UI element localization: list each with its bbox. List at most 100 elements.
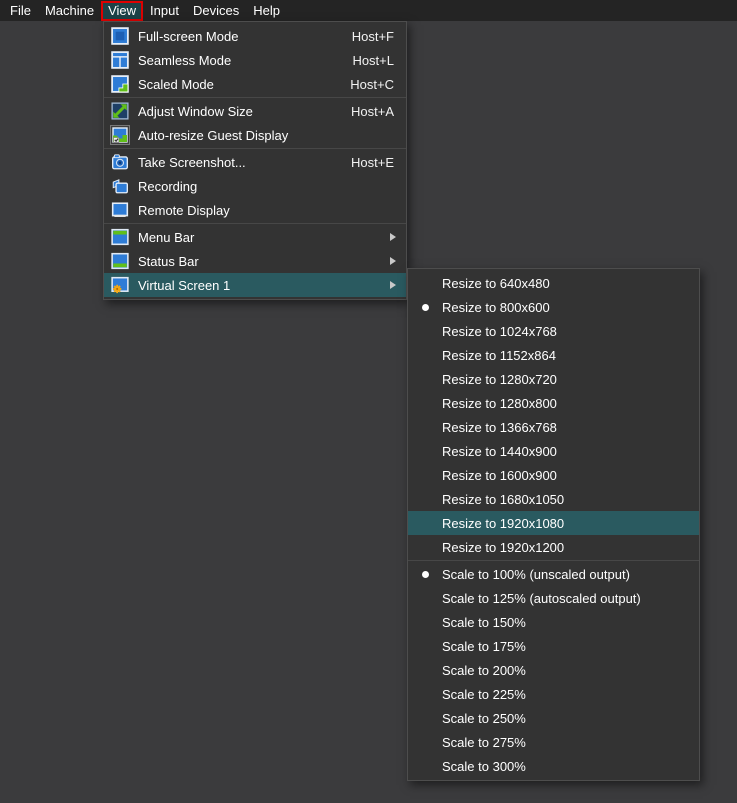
menu-item-label: Status Bar (138, 254, 390, 269)
menu-item-label: Resize to 1024x768 (442, 324, 689, 339)
menu-item-resize-to-800x600[interactable]: Resize to 800x600 (408, 295, 699, 319)
virtual-screen-submenu: Resize to 640x480 Resize to 800x600 Resize… (407, 268, 700, 781)
menu-item-remote-display[interactable]: Remote Display (104, 198, 406, 222)
menu-item-label: Auto-resize Guest Display (138, 128, 398, 143)
menu-item-scale-to-200[interactable]: Scale to 200% (408, 658, 699, 682)
menu-item-shortcut: Host+C (330, 77, 398, 92)
menu-separator (104, 97, 406, 98)
menu-item-label: Take Screenshot... (138, 155, 331, 170)
menu-item-label: Seamless Mode (138, 53, 332, 68)
menu-item-resize-to-1920x1080[interactable]: Resize to 1920x1080 (408, 511, 699, 535)
screenshot-icon (110, 152, 130, 172)
menu-item-label: Resize to 800x600 (442, 300, 689, 315)
menu-separator (104, 148, 406, 149)
menu-item-label: Resize to 1680x1050 (442, 492, 689, 507)
status-bar-icon (110, 251, 130, 271)
menu-item-label: Scale to 300% (442, 759, 689, 774)
menu-item-label: Scale to 275% (442, 735, 689, 750)
seamless-icon (110, 50, 130, 70)
submenu-caret-icon (390, 281, 396, 289)
menu-item-label: Resize to 1280x720 (442, 372, 689, 387)
menu-item-resize-to-1440x900[interactable]: Resize to 1440x900 (408, 439, 699, 463)
submenu-caret-icon (390, 257, 396, 265)
menu-item-label: Virtual Screen 1 (138, 278, 390, 293)
menu-item-label: Scale to 200% (442, 663, 689, 678)
menu-item-scale-to-100-unscaled-output[interactable]: Scale to 100% (unscaled output) (408, 562, 699, 586)
menu-bar-icon (110, 227, 130, 247)
menu-item-resize-to-1024x768[interactable]: Resize to 1024x768 (408, 319, 699, 343)
adjust-window-size-icon (110, 101, 130, 121)
menu-item-label: Resize to 1600x900 (442, 468, 689, 483)
menubar-item-view[interactable]: View (101, 1, 143, 21)
menu-item-adjust-window-size[interactable]: Adjust Window SizeHost+A (104, 99, 406, 123)
menu-item-shortcut: Host+E (331, 155, 398, 170)
menu-item-scale-to-175[interactable]: Scale to 175% (408, 634, 699, 658)
menu-item-resize-to-1152x864[interactable]: Resize to 1152x864 (408, 343, 699, 367)
menu-item-label: Scale to 125% (autoscaled output) (442, 591, 689, 606)
menu-item-shortcut: Host+L (332, 53, 398, 68)
menu-item-label: Scaled Mode (138, 77, 330, 92)
menu-item-menu-bar[interactable]: Menu Bar (104, 225, 406, 249)
view-menu: Full-screen ModeHost+FSeamless ModeHost+… (103, 21, 407, 300)
menu-item-label: Scale to 100% (unscaled output) (442, 567, 689, 582)
menu-item-status-bar[interactable]: Status Bar (104, 249, 406, 273)
menu-item-label: Resize to 1366x768 (442, 420, 689, 435)
menu-item-resize-to-1680x1050[interactable]: Resize to 1680x1050 (408, 487, 699, 511)
menu-item-label: Scale to 250% (442, 711, 689, 726)
submenu-caret-icon (390, 233, 396, 241)
scaled-icon (110, 74, 130, 94)
menu-item-label: Remote Display (138, 203, 398, 218)
menu-item-scale-to-225[interactable]: Scale to 225% (408, 682, 699, 706)
radio-dot (422, 304, 429, 311)
menu-item-take-screenshot[interactable]: Take Screenshot...Host+E (104, 150, 406, 174)
menu-item-label: Menu Bar (138, 230, 390, 245)
radio-selected-mark (408, 304, 442, 311)
menu-item-label: Resize to 1280x800 (442, 396, 689, 411)
menu-separator (104, 223, 406, 224)
menubar-item-devices[interactable]: Devices (186, 0, 246, 21)
menubar-item-machine[interactable]: Machine (38, 0, 101, 21)
remote-display-icon (110, 200, 130, 220)
radio-dot (422, 571, 429, 578)
menu-item-label: Resize to 1920x1200 (442, 540, 689, 555)
menu-item-resize-to-640x480[interactable]: Resize to 640x480 (408, 271, 699, 295)
fullscreen-icon (110, 26, 130, 46)
virtual-screen-icon (110, 275, 130, 295)
menu-item-recording[interactable]: Recording (104, 174, 406, 198)
menu-item-auto-resize-guest-display[interactable]: Auto-resize Guest Display (104, 123, 406, 147)
menu-item-label: Scale to 225% (442, 687, 689, 702)
menu-item-shortcut: Host+F (332, 29, 398, 44)
menu-item-resize-to-1366x768[interactable]: Resize to 1366x768 (408, 415, 699, 439)
menu-item-scale-to-250[interactable]: Scale to 250% (408, 706, 699, 730)
menu-item-scale-to-150[interactable]: Scale to 150% (408, 610, 699, 634)
radio-selected-mark (408, 571, 442, 578)
menu-item-scale-to-300[interactable]: Scale to 300% (408, 754, 699, 778)
menu-item-full-screen-mode[interactable]: Full-screen ModeHost+F (104, 24, 406, 48)
menubar-item-help[interactable]: Help (246, 0, 287, 21)
menubar-item-input[interactable]: Input (143, 0, 186, 21)
menu-item-label: Resize to 1152x864 (442, 348, 689, 363)
menu-item-label: Resize to 1440x900 (442, 444, 689, 459)
menu-item-label: Resize to 640x480 (442, 276, 689, 291)
menubar: FileMachineViewInputDevicesHelp (0, 0, 737, 21)
menu-item-resize-to-1280x800[interactable]: Resize to 1280x800 (408, 391, 699, 415)
menu-item-label: Scale to 150% (442, 615, 689, 630)
menu-item-resize-to-1600x900[interactable]: Resize to 1600x900 (408, 463, 699, 487)
menu-item-seamless-mode[interactable]: Seamless ModeHost+L (104, 48, 406, 72)
menu-item-scale-to-125-autoscaled-output[interactable]: Scale to 125% (autoscaled output) (408, 586, 699, 610)
menu-item-resize-to-1920x1200[interactable]: Resize to 1920x1200 (408, 535, 699, 559)
menu-item-label: Recording (138, 179, 398, 194)
menubar-item-file[interactable]: File (3, 0, 38, 21)
menu-item-shortcut: Host+A (331, 104, 398, 119)
menu-separator (408, 560, 699, 561)
recording-icon (110, 176, 130, 196)
menu-item-scaled-mode[interactable]: Scaled ModeHost+C (104, 72, 406, 96)
menu-item-virtual-screen-1[interactable]: Virtual Screen 1 (104, 273, 406, 297)
menu-item-scale-to-275[interactable]: Scale to 275% (408, 730, 699, 754)
auto-resize-icon (110, 125, 130, 145)
menu-item-resize-to-1280x720[interactable]: Resize to 1280x720 (408, 367, 699, 391)
menu-item-label: Scale to 175% (442, 639, 689, 654)
menu-item-label: Resize to 1920x1080 (442, 516, 689, 531)
menu-item-label: Adjust Window Size (138, 104, 331, 119)
menu-item-label: Full-screen Mode (138, 29, 332, 44)
